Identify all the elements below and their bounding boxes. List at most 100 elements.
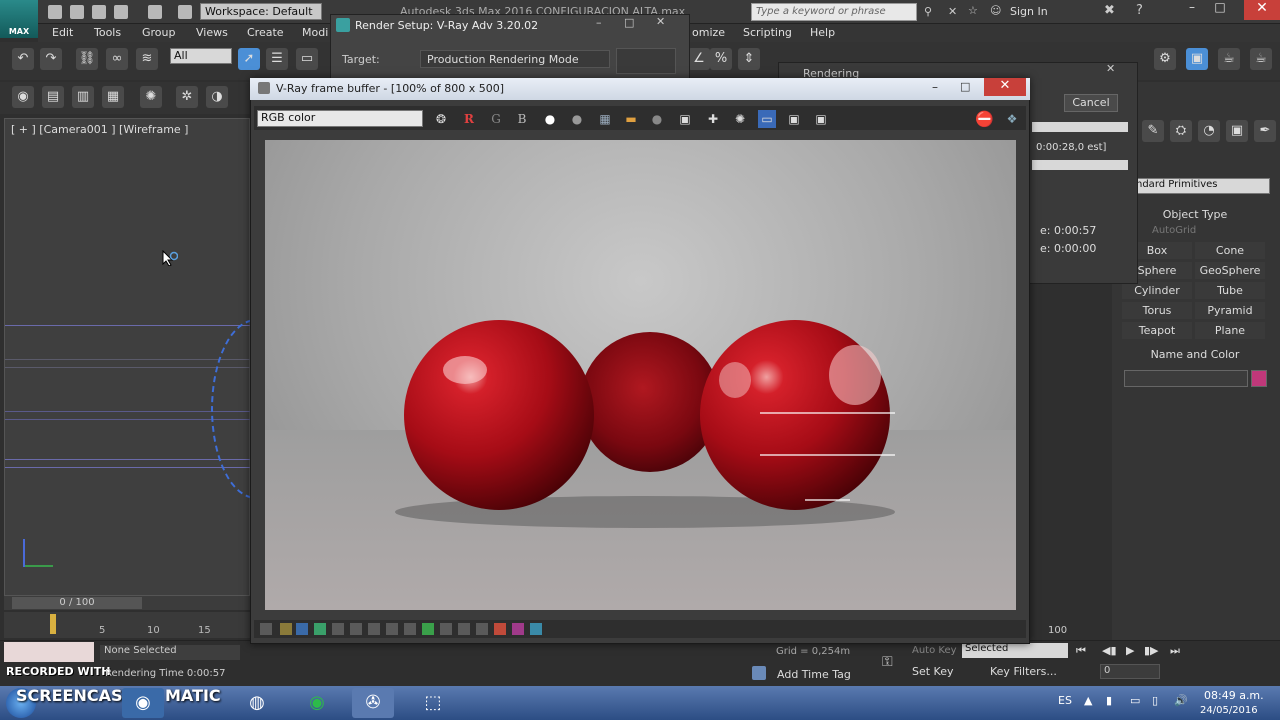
render-button[interactable] bbox=[616, 48, 676, 74]
key-filters-button[interactable]: Key Filters... bbox=[990, 665, 1057, 678]
white-balance-icon[interactable] bbox=[296, 623, 308, 635]
curves-icon[interactable] bbox=[368, 623, 380, 635]
redo-icon[interactable] bbox=[148, 5, 162, 19]
project-folder-icon[interactable] bbox=[178, 5, 192, 19]
3ds-max-app[interactable]: ✇ bbox=[352, 688, 394, 718]
goto-start-icon[interactable]: ⏮ bbox=[1076, 644, 1086, 658]
stop-render-icon[interactable]: ⛔ bbox=[975, 110, 994, 128]
language-indicator[interactable]: ES bbox=[1058, 694, 1072, 707]
viewport-label[interactable]: [ + ] [Camera001 ] [Wireframe ] bbox=[11, 123, 188, 136]
blue-channel-toggle[interactable]: B bbox=[513, 110, 531, 128]
redo-icon[interactable]: ↷ bbox=[40, 48, 62, 70]
duplicate-to-max-icon[interactable]: ▣ bbox=[676, 110, 694, 128]
screencast-o-matic-app[interactable]: ◉ bbox=[122, 688, 164, 718]
orbit-icon[interactable]: ◑ bbox=[206, 86, 228, 108]
track-mouse-icon[interactable]: ✚ bbox=[704, 110, 722, 128]
color-balance-icon[interactable] bbox=[332, 623, 344, 635]
close-button[interactable]: ✕ bbox=[656, 15, 665, 28]
close-button[interactable]: ✕ bbox=[1244, 0, 1280, 20]
menu-views[interactable]: Views bbox=[196, 26, 228, 39]
menu-tools[interactable]: Tools bbox=[94, 26, 121, 39]
mono-icon[interactable]: ● bbox=[568, 110, 586, 128]
render-last-icon[interactable]: ▣ bbox=[812, 110, 830, 128]
modify-tab-icon[interactable]: ⛭ bbox=[1170, 120, 1192, 142]
cone-button[interactable]: Cone bbox=[1195, 242, 1265, 259]
exchange-store-icon[interactable]: ✖ bbox=[1104, 3, 1115, 18]
menu-edit[interactable]: Edit bbox=[52, 26, 73, 39]
motion-tab-icon[interactable]: ◔ bbox=[1198, 120, 1220, 142]
close-button[interactable]: ✕ bbox=[984, 78, 1026, 96]
close-button[interactable]: ✕ bbox=[1106, 62, 1115, 75]
tray-chevron-icon[interactable]: ▲ bbox=[1084, 694, 1092, 707]
layer-explorer-icon[interactable]: ▤ bbox=[42, 86, 64, 108]
geosphere-button[interactable]: GeoSphere bbox=[1195, 262, 1265, 279]
ocio-icon[interactable] bbox=[422, 623, 434, 635]
goto-end-icon[interactable]: ⏭ bbox=[1170, 644, 1180, 658]
maximize-button[interactable]: □ bbox=[960, 80, 970, 93]
star-icon[interactable]: ☆ bbox=[968, 4, 978, 17]
cancel-button[interactable]: Cancel bbox=[1064, 94, 1118, 112]
unlink-icon[interactable]: ∞ bbox=[106, 48, 128, 70]
battery-icon[interactable]: ▯ bbox=[1152, 694, 1158, 707]
history-icon[interactable] bbox=[476, 623, 488, 635]
torus-button[interactable]: Torus bbox=[1122, 302, 1192, 319]
maximize-button[interactable]: □ bbox=[624, 16, 634, 29]
load-image-icon[interactable]: ▬ bbox=[622, 110, 640, 128]
binoculars-icon[interactable]: ⚲ bbox=[924, 5, 932, 18]
menu-group[interactable]: Group bbox=[142, 26, 176, 39]
cylinder-button[interactable]: Cylinder bbox=[1122, 282, 1192, 299]
rendered-image[interactable] bbox=[265, 140, 1016, 610]
teapot-button[interactable]: Teapot bbox=[1122, 322, 1192, 339]
save-file-icon[interactable] bbox=[92, 5, 106, 19]
link-to-max-icon[interactable]: ▭ bbox=[758, 110, 776, 128]
undo-icon[interactable]: ↶ bbox=[12, 48, 34, 70]
clock-time[interactable]: 08:49 a.m. bbox=[1204, 689, 1264, 702]
display-icon[interactable]: ▭ bbox=[1130, 694, 1140, 707]
color-picker-icon[interactable]: ❂ bbox=[432, 110, 450, 128]
menu-create[interactable]: Create bbox=[247, 26, 284, 39]
stamp-icon[interactable] bbox=[512, 623, 524, 635]
render-icon[interactable]: ❖ bbox=[1003, 110, 1021, 128]
sign-in-link[interactable]: Sign In bbox=[1010, 5, 1048, 18]
play-icon[interactable]: ▶ bbox=[1126, 644, 1134, 657]
volume-icon[interactable]: 🔊 bbox=[1174, 694, 1188, 707]
link-icon[interactable]: ⛓ bbox=[76, 48, 98, 70]
angle-snap-icon[interactable]: ∠ bbox=[688, 48, 710, 70]
camera-viewport[interactable]: [ + ] [Camera001 ] [Wireframe ] bbox=[4, 118, 301, 596]
lut-icon[interactable] bbox=[404, 623, 416, 635]
key-set-dropdown[interactable]: Selected bbox=[962, 643, 1068, 658]
add-time-tag-button[interactable]: Add Time Tag bbox=[777, 668, 851, 681]
ribbon-icon[interactable]: ▥ bbox=[72, 86, 94, 108]
pixel-info-icon[interactable] bbox=[458, 623, 470, 635]
xform-icon[interactable]: ✲ bbox=[176, 86, 198, 108]
scene-explorer-icon[interactable]: ◉ bbox=[12, 86, 34, 108]
icc-icon[interactable] bbox=[440, 623, 452, 635]
render-production-icon[interactable]: ☕ bbox=[1218, 48, 1240, 70]
max-logo[interactable]: MAX bbox=[0, 0, 38, 38]
prev-frame-icon[interactable]: ◀▮ bbox=[1102, 644, 1117, 657]
rendered-frame-window-icon[interactable]: ▣ bbox=[1186, 48, 1208, 70]
maxscript-listener[interactable] bbox=[4, 642, 94, 662]
light-icon[interactable]: ✺ bbox=[140, 86, 162, 108]
grid-icon[interactable]: ▦ bbox=[102, 86, 124, 108]
spinner-snap-icon[interactable]: ⇕ bbox=[738, 48, 760, 70]
primitive-category-dropdown[interactable]: ndard Primitives bbox=[1132, 178, 1270, 194]
percent-snap-icon[interactable]: % bbox=[710, 48, 732, 70]
workspace-dropdown[interactable]: Workspace: Default bbox=[200, 3, 322, 20]
maximize-button[interactable]: □ bbox=[1208, 0, 1232, 18]
track-bar[interactable] bbox=[4, 612, 250, 638]
object-name-input[interactable] bbox=[1124, 370, 1248, 387]
target-dropdown[interactable]: Production Rendering Mode bbox=[420, 50, 610, 68]
current-frame-input[interactable]: 0 bbox=[1100, 664, 1160, 679]
network-icon[interactable]: ▮ bbox=[1106, 694, 1112, 707]
user-icon[interactable]: ☺ bbox=[990, 4, 1001, 17]
selection-filter-dropdown[interactable]: All bbox=[170, 48, 232, 64]
utilities-tab-icon[interactable]: ✒ bbox=[1254, 120, 1276, 142]
object-color-swatch[interactable] bbox=[1251, 370, 1267, 387]
region-render-icon[interactable]: ✺ bbox=[731, 110, 749, 128]
green-channel-toggle[interactable]: G bbox=[487, 110, 505, 128]
time-slider[interactable]: 0 / 100 bbox=[12, 597, 142, 609]
undo-icon[interactable] bbox=[114, 5, 128, 19]
time-tag-icon[interactable] bbox=[752, 666, 766, 680]
compare-icon[interactable] bbox=[494, 623, 506, 635]
